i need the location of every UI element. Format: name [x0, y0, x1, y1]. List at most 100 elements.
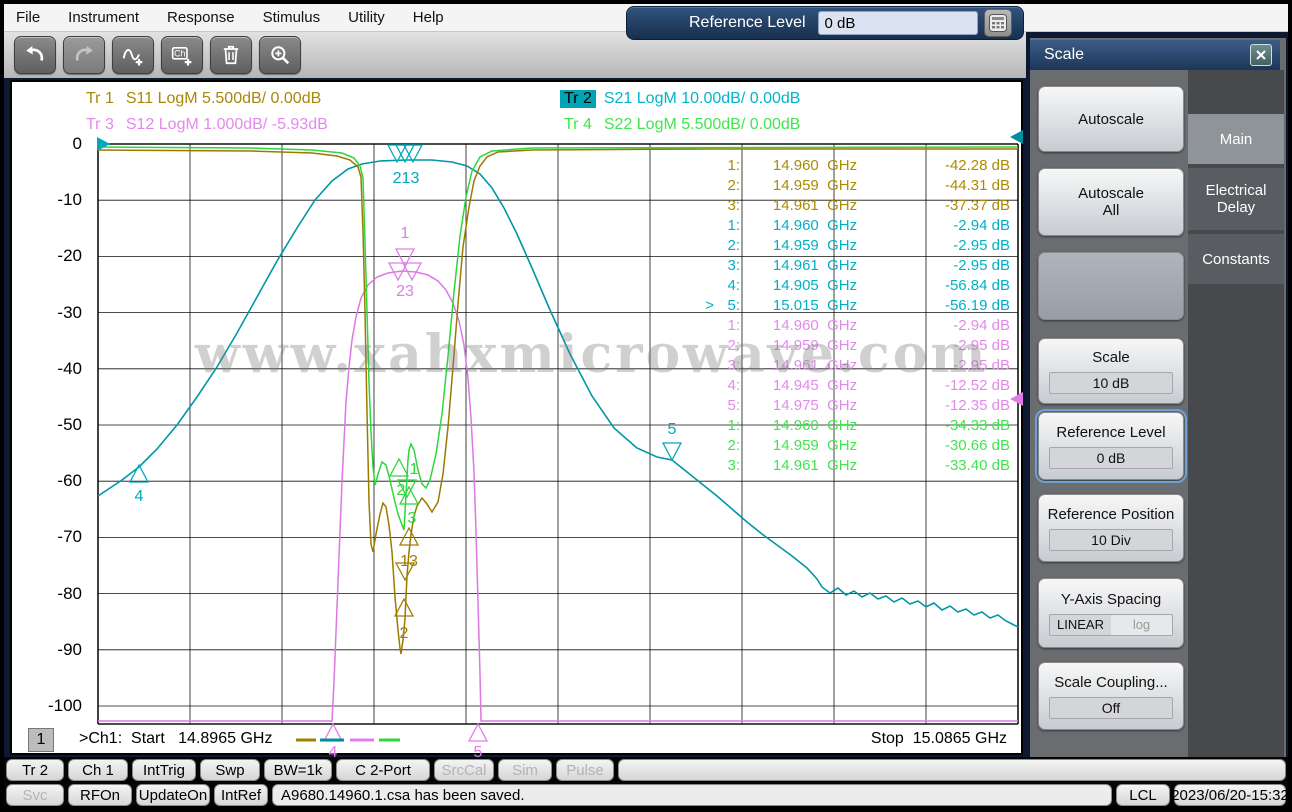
status-intref[interactable]: IntRef: [214, 784, 268, 806]
reference-level-button-value: 0 dB: [1049, 446, 1173, 469]
y-axis-option-log[interactable]: log: [1111, 614, 1172, 635]
status-bw-1k[interactable]: BW=1k: [264, 759, 332, 781]
marker-frequency: 14.959 GHz: [772, 177, 858, 194]
scale-coupling-button[interactable]: Scale Coupling... Off: [1038, 662, 1184, 730]
reference-level-label: Reference Level: [689, 14, 806, 31]
y-axis-option-linear[interactable]: LINEAR: [1050, 614, 1111, 635]
marker-value: -34.33 dB: [944, 417, 1010, 434]
y-axis-spacing-button[interactable]: Y-Axis Spacing LINEAR log: [1038, 578, 1184, 648]
active-marker-indicator: [700, 376, 714, 396]
keypad-button[interactable]: [983, 9, 1012, 37]
status-svc[interactable]: Svc: [6, 784, 64, 806]
marker-row: 3: 14.961 GHz -2.95 dB: [700, 256, 1012, 276]
marker-number: 2:: [727, 437, 740, 454]
status-blank[interactable]: [618, 759, 1286, 781]
status-updateon[interactable]: UpdateOn: [136, 784, 210, 806]
marker-frequency: 14.959 GHz: [772, 337, 858, 354]
redo-button[interactable]: [63, 36, 105, 74]
tab-constants[interactable]: Constants: [1188, 234, 1284, 284]
menu-response[interactable]: Response: [167, 9, 235, 26]
marker-label: 13: [400, 553, 418, 570]
close-icon: [1256, 50, 1266, 60]
close-panel-button[interactable]: [1250, 44, 1272, 66]
marker-frequency: 14.959 GHz: [772, 237, 858, 254]
marker-label: 4: [329, 744, 338, 757]
reference-level-button[interactable]: Reference Level 0 dB: [1035, 409, 1187, 483]
marker-frequency: 14.960 GHz: [772, 417, 858, 434]
status-inttrig[interactable]: IntTrig: [132, 759, 196, 781]
status-swp[interactable]: Swp: [200, 759, 260, 781]
marker-frequency: 14.961 GHz: [772, 197, 858, 214]
marker-value: -2.95 dB: [953, 237, 1010, 254]
scale-coupling-label: Scale Coupling...: [1054, 673, 1168, 691]
autoscale-all-button[interactable]: Autoscale All: [1038, 168, 1184, 236]
y-tick-label: -90: [57, 639, 82, 659]
tab-electrical-delay[interactable]: Electrical Delay: [1188, 168, 1284, 230]
legend-tr4[interactable]: Tr 4 S22 LogM 5.500dB/ 0.00dB: [560, 116, 800, 134]
legend-trace-badge: Tr 2: [560, 90, 596, 108]
reference-position-button[interactable]: Reference Position 10 Div: [1038, 494, 1184, 562]
marker-value: -56.84 dB: [944, 277, 1010, 294]
menu-utility[interactable]: Utility: [348, 9, 385, 26]
undo-icon: [26, 45, 44, 61]
active-marker-indicator: [700, 316, 714, 336]
tab-main[interactable]: Main: [1188, 114, 1284, 164]
marker-row: 2: 14.959 GHz -2.95 dB: [700, 236, 1012, 256]
add-trace-icon: [122, 49, 143, 66]
status-2023-06-20-15-32[interactable]: 2023/06/20-15:32: [1171, 784, 1289, 806]
marker-frequency: 14.961 GHz: [772, 457, 858, 474]
marker-value: -56.19 dB: [944, 297, 1010, 314]
marker-row: 5: 14.975 GHz -12.35 dB: [700, 396, 1012, 416]
marker-value: -33.40 dB: [944, 457, 1010, 474]
status-c-2-port[interactable]: C 2-Port: [336, 759, 430, 781]
status-ch-1[interactable]: Ch 1: [68, 759, 128, 781]
panel-tab-column: Main Electrical Delay Constants: [1188, 70, 1284, 757]
delete-button[interactable]: [210, 36, 252, 74]
reference-position-value: 10 Div: [1049, 528, 1173, 551]
reference-level-input[interactable]: [817, 11, 978, 35]
legend-trace-text: S21 LogM 10.00dB/ 0.00dB: [603, 90, 801, 107]
marker-row: 3: 14.961 GHz -37.37 dB: [700, 196, 1012, 216]
legend-tr2[interactable]: Tr 2 S21 LogM 10.00dB/ 0.00dB: [560, 90, 800, 108]
menu-instrument[interactable]: Instrument: [68, 9, 139, 26]
add-channel-button[interactable]: Ch: [161, 36, 203, 74]
marker-number: 2:: [727, 237, 740, 254]
scale-button[interactable]: Scale 10 dB: [1038, 338, 1184, 404]
marker-frequency: 14.961 GHz: [772, 257, 858, 274]
marker-value: -12.52 dB: [944, 377, 1010, 394]
marker-value: -30.66 dB: [944, 437, 1010, 454]
status-srccal[interactable]: SrcCal: [434, 759, 494, 781]
legend-tr1[interactable]: Tr 1 S11 LogM 5.500dB/ 0.00dB: [82, 90, 321, 108]
y-axis-spacing-toggle[interactable]: LINEAR log: [1049, 613, 1173, 636]
active-marker-indicator: [700, 436, 714, 456]
status-lcl[interactable]: LCL: [1116, 784, 1170, 806]
active-marker-indicator: [700, 456, 714, 476]
marker-label: 2: [397, 482, 406, 499]
status-rfon[interactable]: RFOn: [68, 784, 132, 806]
active-marker-indicator: [700, 216, 714, 236]
undo-button[interactable]: [14, 36, 56, 74]
y-tick-label: -70: [57, 527, 82, 547]
status-sim[interactable]: Sim: [498, 759, 552, 781]
marker-triangle: [322, 722, 344, 742]
marker-label: 23: [396, 283, 414, 300]
menu-stimulus[interactable]: Stimulus: [263, 9, 321, 26]
menu-file[interactable]: File: [16, 9, 40, 26]
autoscale-button[interactable]: Autoscale: [1038, 86, 1184, 152]
marker-frequency: 14.960 GHz: [772, 217, 858, 234]
sweep-stop-label: Stop 15.0865 GHz: [870, 730, 1007, 747]
zoom-button[interactable]: [259, 36, 301, 74]
legend-tr3[interactable]: Tr 3 S12 LogM 1.000dB/ -5.93dB: [82, 116, 328, 134]
marker-row: 2: 14.959 GHz -30.66 dB: [700, 436, 1012, 456]
status-row-1: Tr 2 Ch 1 IntTrig Swp BW=1k C 2-Port SrcCal Sim…: [6, 759, 1286, 781]
status-pulse[interactable]: Pulse: [556, 759, 614, 781]
menu-help[interactable]: Help: [413, 9, 444, 26]
add-trace-button[interactable]: [112, 36, 154, 74]
scale-softkey-panel: Scale Main Electrical Delay Constants Auto…: [1030, 38, 1286, 757]
status-a9680-14960-1-csa-has-been-saved-[interactable]: A9680.14960.1.csa has been saved.: [272, 784, 1112, 806]
marker-label: 1: [401, 225, 410, 242]
marker-number: 1:: [727, 417, 740, 434]
marker-row: 1: 14.960 GHz -42.28 dB: [700, 156, 1012, 176]
status-tr-2[interactable]: Tr 2: [6, 759, 64, 781]
marker-row: 2: 14.959 GHz -2.95 dB: [700, 336, 1012, 356]
